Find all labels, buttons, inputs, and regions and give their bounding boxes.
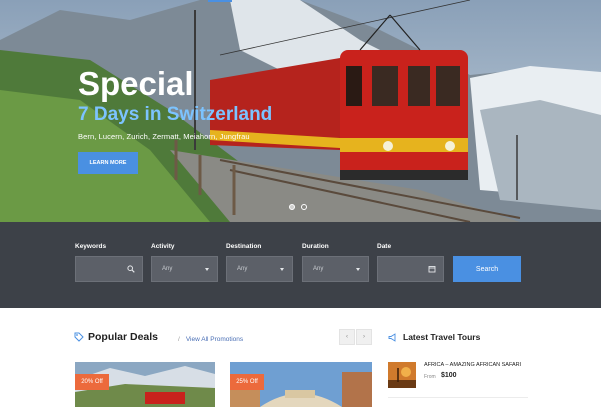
deal-card[interactable]: 25% Off [230,362,372,407]
activity-label: Activity [151,243,175,250]
discount-badge: 20% Off [75,374,109,390]
hero-title: Special [78,65,194,102]
keywords-input[interactable] [75,256,143,282]
duration-label: Duration [302,243,329,250]
chevron-down-icon [280,268,284,271]
duration-select[interactable]: Any [302,256,369,282]
hero-slider: Special 7 Days in Switzerland Bern, Luce… [0,0,601,222]
learn-more-button[interactable]: LEARN MORE [78,152,138,174]
destination-select[interactable]: Any [226,256,293,282]
slider-indicator [208,0,232,2]
latest-tours-header: Latest Travel Tours [388,332,480,342]
keywords-label: Keywords [75,243,107,250]
tour-from-label: From [424,374,436,380]
tour-image [388,362,416,388]
activity-select[interactable]: Any [151,256,218,282]
divider-slash: / [178,336,180,343]
slider-dot[interactable] [289,204,295,210]
latest-tours-title: Latest Travel Tours [403,332,481,342]
divider [388,397,528,398]
date-label: Date [377,243,392,250]
megaphone-icon [388,332,396,342]
tour-price: $100 [441,372,457,379]
view-all-label: View All Promotions [185,336,244,343]
date-input[interactable] [377,256,444,282]
popular-deals-header: Popular Deals [74,331,158,343]
search-icon [127,265,135,273]
duration-value: Any [313,266,324,272]
view-all-promotions-link[interactable]: / View All Promotions [178,336,243,343]
tag-icon [74,332,84,342]
chevron-down-icon [356,268,360,271]
prev-button[interactable]: ‹ [339,329,355,345]
activity-value: Any [162,266,173,272]
hero-places: Bern, Lucern, Zurich, Zermatt, Meiahorn,… [78,132,250,141]
next-button[interactable]: › [356,329,372,345]
discount-badge: 25% Off [230,374,264,390]
calendar-icon [428,266,436,273]
slider-dot[interactable] [301,204,307,210]
hero-caption: Special 7 Days in Switzerland Bern, Luce… [78,65,273,142]
search-button[interactable]: Search [453,256,521,282]
destination-value: Any [237,266,248,272]
destination-label: Destination [226,243,262,250]
tour-thumbnail[interactable] [388,362,416,388]
tour-name[interactable]: AFRICA – AMAZING AFRICAN SAFARI [424,362,521,368]
slider-dots [289,204,307,210]
hero-subtitle: 7 Days in Switzerland [78,104,273,125]
deal-card[interactable]: 20% Off [75,362,215,407]
chevron-down-icon [205,268,209,271]
popular-deals-title: Popular Deals [88,331,159,343]
